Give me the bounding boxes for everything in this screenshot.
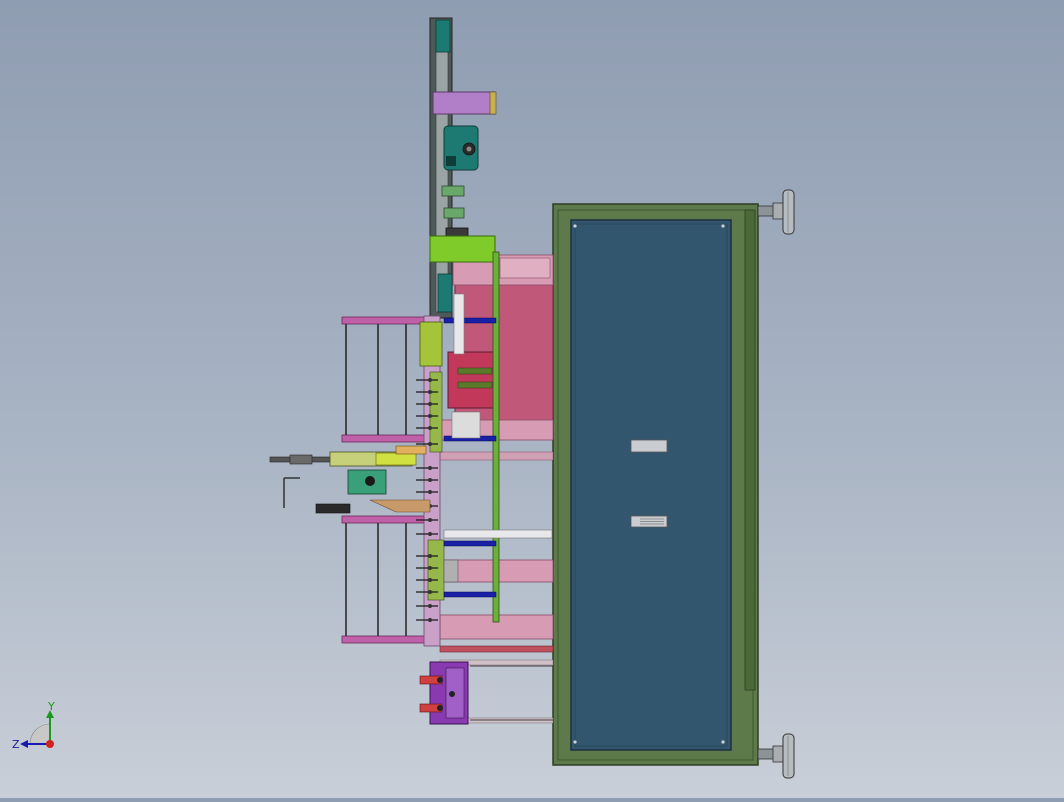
probe-pin-head	[428, 378, 432, 382]
machine-assembly-drawing	[269, 17, 795, 779]
probe-pin-head	[428, 402, 432, 406]
probe-pin-head	[428, 554, 432, 558]
base-cabinet[interactable]	[552, 203, 759, 766]
probe-pin-head	[428, 390, 432, 394]
cad-viewport[interactable]: Y Z	[0, 0, 1064, 798]
probe-pin-head	[428, 442, 432, 446]
probe-pin-head	[428, 578, 432, 582]
leveling-foot-bottom[interactable]	[757, 733, 795, 779]
probe-pin-head	[428, 466, 432, 470]
clamp-block	[441, 185, 465, 197]
ejector-unit[interactable]	[419, 661, 553, 725]
probe-pin-head	[428, 518, 432, 522]
probe-pin-head	[428, 566, 432, 570]
clamp-block	[443, 207, 465, 219]
triad-z-label: Z	[12, 738, 20, 751]
nameplate	[630, 439, 668, 453]
probe-pin-head	[428, 604, 432, 608]
access-panel	[570, 219, 732, 751]
cylinder-rod	[453, 293, 465, 355]
probe-pin-head	[428, 618, 432, 622]
gripper[interactable]	[451, 411, 481, 439]
pin-strip[interactable]	[419, 315, 445, 647]
carriage-plate[interactable]	[429, 235, 496, 263]
coordinate-triad: Y Z	[12, 700, 55, 751]
pneumatic-cylinder[interactable]	[269, 445, 431, 514]
probe-pin-head	[428, 414, 432, 418]
probe-pin-head	[428, 590, 432, 594]
triad-y-label: Y	[47, 700, 55, 713]
probe-pin-head	[428, 490, 432, 494]
probe-pin-head	[428, 426, 432, 430]
motor-block[interactable]	[443, 125, 479, 171]
leveling-foot-top[interactable]	[757, 189, 795, 235]
probe-pin-head	[428, 532, 432, 536]
probe-pin-head	[428, 478, 432, 482]
cylinder-rod	[443, 529, 553, 539]
sensor-bracket[interactable]	[432, 91, 496, 115]
